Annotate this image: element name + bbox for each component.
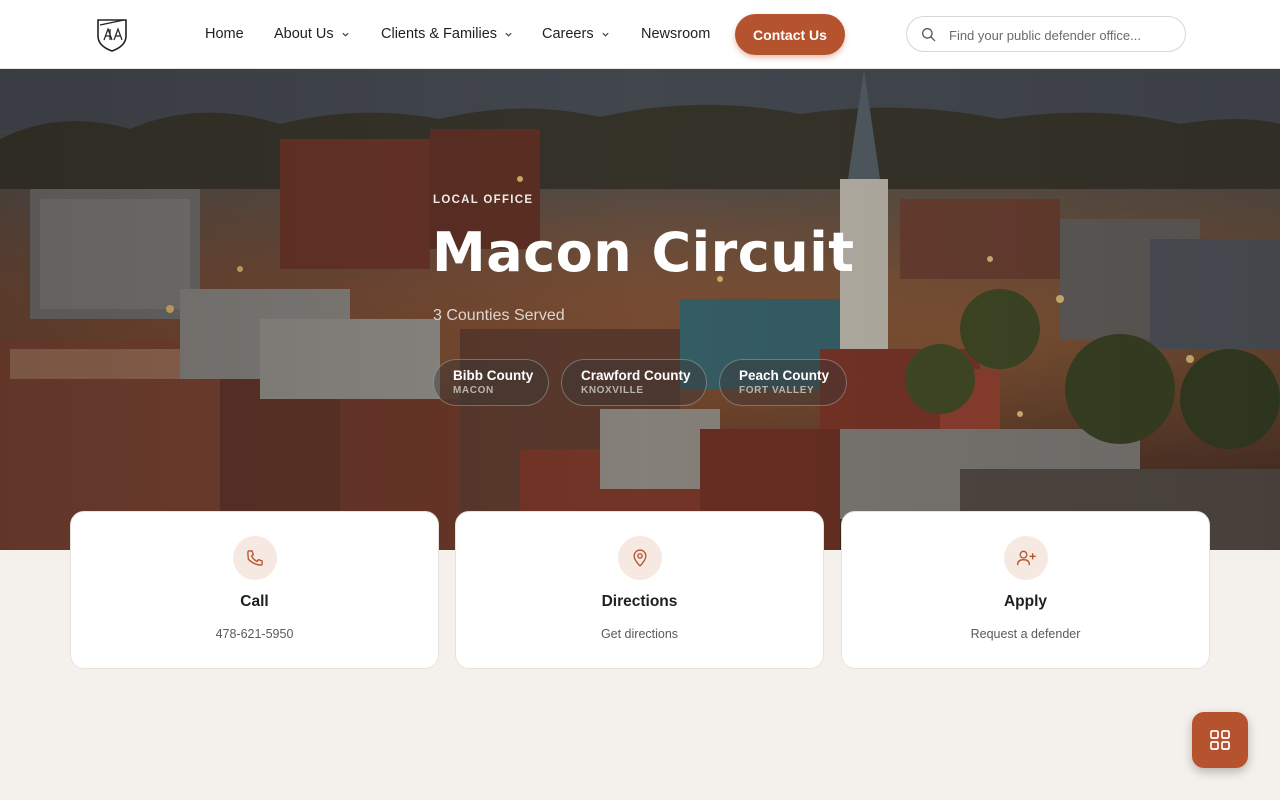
nav-about[interactable]: About Us [274, 24, 350, 44]
chevron-down-icon [601, 32, 609, 37]
contact-us-button[interactable]: Contact Us [735, 14, 845, 55]
county-name: Peach County [739, 368, 830, 383]
call-title: Call [240, 593, 269, 610]
county-chip-peach[interactable]: Peach County FORT VALLEY [719, 359, 847, 406]
nav-home-label: Home [205, 26, 244, 42]
nav-careers[interactable]: Careers [542, 24, 610, 44]
county-town: MACON [453, 385, 494, 396]
apply-card[interactable]: Apply Request a defender [841, 511, 1210, 669]
county-town: KNOXVILLE [581, 385, 644, 396]
apply-subtitle: Request a defender [970, 627, 1081, 641]
hero-eyebrow: LOCAL OFFICE [433, 194, 534, 206]
search-icon [922, 28, 936, 42]
apply-title: Apply [1003, 593, 1048, 610]
nav-clients-families[interactable]: Clients & Families [381, 24, 513, 44]
nav-clients-label: Clients & Families [381, 26, 498, 42]
call-card[interactable]: Call 478-621-5950 [70, 511, 439, 669]
county-town: FORT VALLEY [739, 385, 815, 396]
county-chip-bibb[interactable]: Bibb County MACON [433, 359, 549, 406]
nav-careers-label: Careers [542, 26, 594, 42]
nav-newsroom-label: Newsroom [641, 26, 711, 42]
search-input[interactable] [949, 24, 1174, 46]
office-search [906, 16, 1186, 52]
page-title: Macon Circuit [432, 221, 855, 284]
nav-home[interactable]: Home [205, 24, 244, 44]
hero-overlay [0, 69, 1280, 550]
quick-menu-button[interactable] [1192, 712, 1248, 768]
chevron-down-icon [505, 32, 512, 37]
nav-newsroom[interactable]: Newsroom [641, 24, 710, 44]
user-plus-icon [1017, 550, 1036, 566]
site-header: Home About Us Clients & Families Careers… [0, 0, 1280, 69]
map-pin-icon [633, 549, 647, 567]
grid-icon [1210, 730, 1230, 750]
county-name: Crawford County [581, 368, 691, 383]
nav-about-label: About Us [274, 26, 334, 42]
directions-title: Directions [601, 593, 678, 610]
directions-subtitle: Get directions [600, 627, 679, 641]
chevron-down-icon [342, 32, 349, 37]
phone-number: 478-621-5950 [215, 627, 294, 641]
directions-card[interactable]: Directions Get directions [455, 511, 824, 669]
phone-icon [247, 550, 263, 566]
county-name: Bibb County [453, 368, 534, 383]
logo-crest-icon[interactable] [96, 16, 128, 52]
county-chip-crawford[interactable]: Crawford County KNOXVILLE [561, 359, 707, 406]
counties-served-count: 3 Counties Served [433, 307, 565, 324]
hero-banner: LOCAL OFFICE Macon Circuit 3 Counties Se… [0, 69, 1280, 550]
